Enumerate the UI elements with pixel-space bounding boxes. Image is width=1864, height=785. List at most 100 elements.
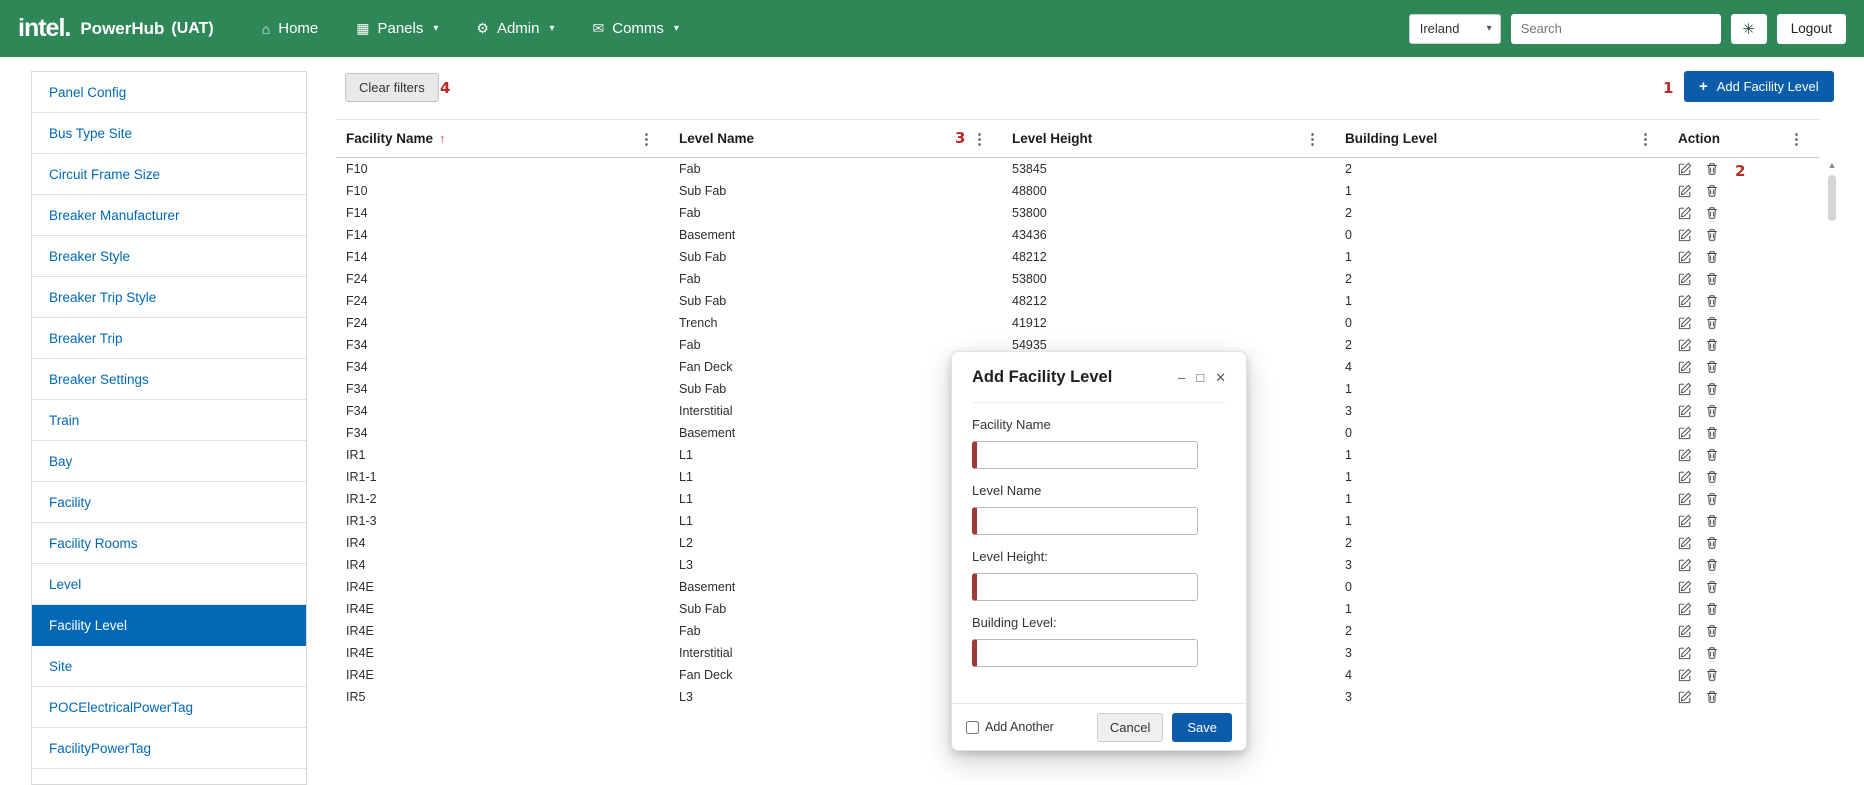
close-icon[interactable]: ✕ [1215, 371, 1226, 384]
search-input[interactable] [1511, 14, 1721, 44]
sidebar-item-breaker-trip[interactable]: Breaker Trip [32, 318, 306, 359]
delete-row-button[interactable] [1705, 426, 1719, 441]
delete-row-button[interactable] [1705, 338, 1719, 353]
sidebar-item-facility[interactable]: Facility [32, 482, 306, 523]
sidebar-item-bus-type-site[interactable]: Bus Type Site [32, 113, 306, 154]
cancel-button[interactable]: Cancel [1097, 713, 1163, 742]
column-menu-icon[interactable]: ⋮ [969, 130, 990, 148]
edit-row-button[interactable] [1678, 470, 1692, 485]
edit-row-button[interactable] [1678, 558, 1692, 573]
sidebar-item-breaker-trip-style[interactable]: Breaker Trip Style [32, 277, 306, 318]
edit-row-button[interactable] [1678, 624, 1692, 639]
delete-row-button[interactable] [1705, 250, 1719, 265]
facility-name-input[interactable] [972, 441, 1198, 469]
column-menu-icon[interactable]: ⋮ [1635, 130, 1656, 148]
delete-row-button[interactable] [1705, 228, 1719, 243]
maximize-icon[interactable]: □ [1196, 371, 1204, 384]
sidebar-item-train[interactable]: Train [32, 400, 306, 441]
edit-row-button[interactable] [1678, 316, 1692, 331]
delete-row-button[interactable] [1705, 536, 1719, 551]
add-another-checkbox[interactable] [966, 721, 979, 734]
edit-row-button[interactable] [1678, 404, 1692, 419]
nav-item-home[interactable]: ⌂Home [262, 20, 318, 37]
nav-item-panels[interactable]: ▦Panels▾ [356, 20, 438, 37]
delete-row-button[interactable] [1705, 162, 1719, 177]
level-height-input[interactable] [972, 573, 1198, 601]
edit-row-button[interactable] [1678, 250, 1692, 265]
delete-row-button[interactable] [1705, 624, 1719, 639]
column-menu-icon[interactable]: ⋮ [1786, 130, 1807, 148]
delete-row-button[interactable] [1705, 294, 1719, 309]
logout-button[interactable]: Logout [1777, 14, 1846, 44]
scroll-up-arrow-icon[interactable]: ▲ [1826, 158, 1838, 172]
edit-row-button[interactable] [1678, 272, 1692, 287]
sidebar-item-circuit-frame-size[interactable]: Circuit Frame Size [32, 154, 306, 195]
sidebar-item-facility-level[interactable]: Facility Level [32, 605, 306, 646]
delete-row-button[interactable] [1705, 492, 1719, 507]
building-level-input[interactable] [972, 639, 1198, 667]
sidebar-item-breaker-manufacturer[interactable]: Breaker Manufacturer [32, 195, 306, 236]
delete-row-button[interactable] [1705, 602, 1719, 617]
sidebar-item-bay[interactable]: Bay [32, 441, 306, 482]
edit-row-button[interactable] [1678, 514, 1692, 529]
sidebar-item-breaker-style[interactable]: Breaker Style [32, 236, 306, 277]
delete-row-button[interactable] [1705, 470, 1719, 485]
edit-row-button[interactable] [1678, 690, 1692, 705]
sidebar-item-facilitypowertag[interactable]: FacilityPowerTag [32, 728, 306, 769]
delete-row-button[interactable] [1705, 558, 1719, 573]
nav-item-comms[interactable]: ✉Comms▾ [593, 20, 679, 37]
delete-row-button[interactable] [1705, 404, 1719, 419]
delete-row-button[interactable] [1705, 360, 1719, 375]
delete-row-button[interactable] [1705, 690, 1719, 705]
scrollbar-thumb[interactable] [1828, 175, 1836, 221]
delete-row-button[interactable] [1705, 580, 1719, 595]
edit-row-button[interactable] [1678, 360, 1692, 375]
sidebar-item-panel-config[interactable]: Panel Config [32, 72, 306, 113]
edit-row-button[interactable] [1678, 668, 1692, 683]
column-menu-icon[interactable]: ⋮ [636, 130, 657, 148]
edit-row-button[interactable] [1678, 294, 1692, 309]
edit-row-button[interactable] [1678, 382, 1692, 397]
sidebar-item-pocelectricalpowertag[interactable]: POCElectricalPowerTag [32, 687, 306, 728]
column-menu-icon[interactable]: ⋮ [1302, 130, 1323, 148]
edit-row-button[interactable] [1678, 162, 1692, 177]
sidebar-item-level[interactable]: Level [32, 564, 306, 605]
edit-row-button[interactable] [1678, 206, 1692, 221]
delete-row-button[interactable] [1705, 514, 1719, 529]
sidebar-item-facility-rooms[interactable]: Facility Rooms [32, 523, 306, 564]
edit-row-button[interactable] [1678, 492, 1692, 507]
edit-row-button[interactable] [1678, 602, 1692, 617]
clear-filters-button[interactable]: Clear filters [345, 73, 439, 102]
delete-row-button[interactable] [1705, 646, 1719, 661]
delete-row-button[interactable] [1705, 206, 1719, 221]
sort-ascending-icon[interactable]: ↑ [439, 131, 446, 146]
quick-action-button[interactable]: ✳ [1731, 14, 1767, 44]
region-select[interactable]: Ireland ▾ [1409, 14, 1501, 44]
add-facility-level-button[interactable]: + Add Facility Level [1684, 71, 1834, 102]
edit-row-button[interactable] [1678, 426, 1692, 441]
minimize-icon[interactable]: – [1178, 371, 1185, 384]
edit-row-button[interactable] [1678, 184, 1692, 199]
edit-row-button[interactable] [1678, 580, 1692, 595]
edit-icon [1678, 580, 1692, 594]
nav-item-admin[interactable]: ⚙Admin▾ [476, 20, 554, 37]
delete-row-button[interactable] [1705, 184, 1719, 199]
delete-row-button[interactable] [1705, 382, 1719, 397]
add-another-option[interactable]: Add Another [966, 720, 1054, 734]
delete-row-button[interactable] [1705, 668, 1719, 683]
edit-row-button[interactable] [1678, 448, 1692, 463]
delete-row-button[interactable] [1705, 272, 1719, 287]
edit-row-button[interactable] [1678, 228, 1692, 243]
edit-row-button[interactable] [1678, 536, 1692, 551]
edit-row-button[interactable] [1678, 646, 1692, 661]
delete-row-button[interactable] [1705, 448, 1719, 463]
sidebar-item-cable-default-prefix[interactable]: Cable Default Prefix [32, 769, 306, 785]
vertical-scrollbar[interactable]: ▲ [1826, 158, 1838, 736]
delete-row-button[interactable] [1705, 316, 1719, 331]
sidebar-item-site[interactable]: Site [32, 646, 306, 687]
cell-actions [1668, 404, 1819, 419]
sidebar-item-breaker-settings[interactable]: Breaker Settings [32, 359, 306, 400]
edit-row-button[interactable] [1678, 338, 1692, 353]
level-name-input[interactable] [972, 507, 1198, 535]
save-button[interactable]: Save [1172, 713, 1232, 742]
